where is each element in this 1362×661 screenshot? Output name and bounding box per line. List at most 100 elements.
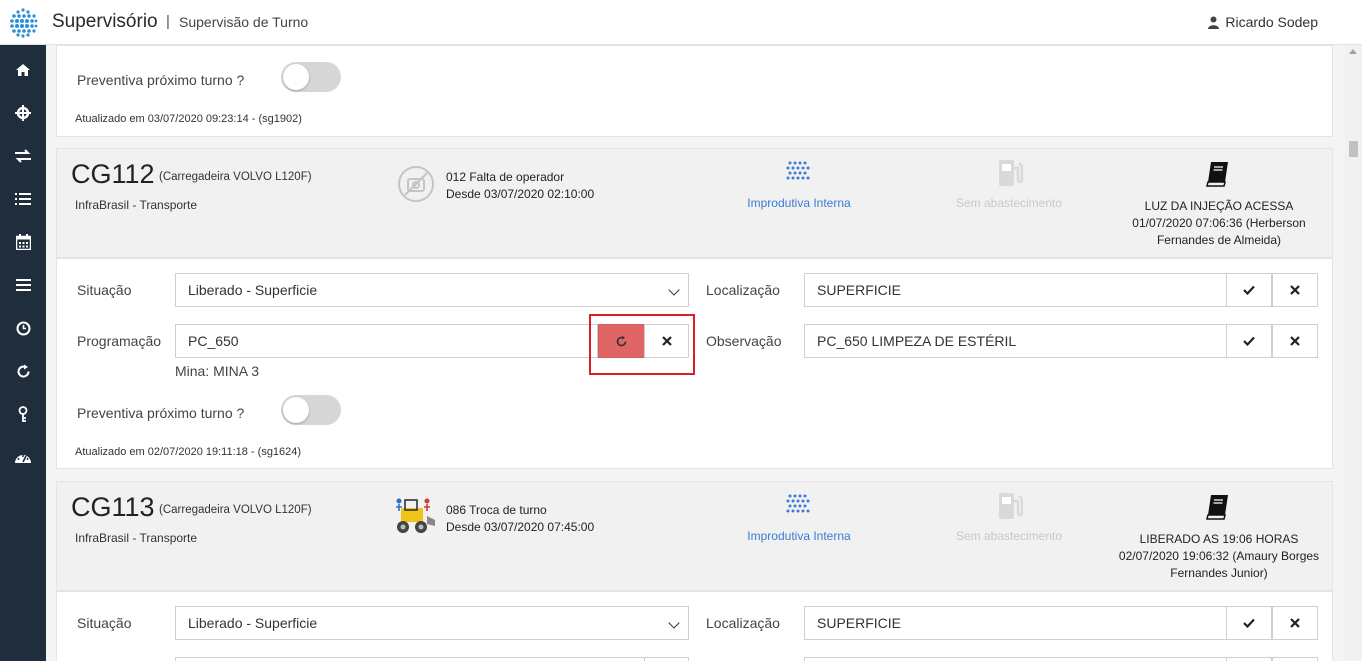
refresh-icon[interactable] [12,360,34,382]
list-icon[interactable] [12,188,34,210]
chevron-down-icon [668,617,680,629]
shift-change-icon [390,496,438,536]
title-separator: | [166,13,170,30]
card-header-cg113: CG113 (Carregadeira VOLVO L120F) InfraBr… [56,481,1333,591]
scroll-up-arrow-icon[interactable] [1349,49,1357,54]
calendar-icon[interactable] [12,231,34,253]
programacao-input[interactable] [175,657,645,661]
observacao-input[interactable] [804,657,1227,661]
main-content: Preventiva próximo turno ? Atualizado em… [46,45,1345,661]
status-info: 086 Troca de turno Desde 03/07/2020 07:4… [446,502,594,536]
preventiva-label: Preventiva próximo turno ? [77,405,245,421]
equipment-code: CG113 [71,492,155,522]
status-since: Desde 03/07/2020 02:10:00 [446,187,595,201]
localizacao-confirm-button[interactable] [1226,273,1272,307]
menu-icon[interactable] [12,274,34,296]
note-title: LIBERADO AS 19:06 HORAS [1139,532,1299,546]
card-body-cg112: Situação Liberado - Superficie Localizaç… [56,258,1333,469]
vertical-scrollbar[interactable] [1345,45,1362,661]
clock-icon[interactable] [12,317,34,339]
localizacao-input[interactable]: SUPERFICIE [804,273,1227,307]
improdutiva-icon [785,492,811,518]
localizacao-label: Localização [706,615,780,631]
abastecimento-status: Sem abastecimento [955,196,1063,210]
improdutiva-icon [785,159,811,185]
situacao-value: Liberado - Superficie [188,615,318,631]
localizacao-value: SUPERFICIE [817,282,902,298]
localizacao-value: SUPERFICIE [817,615,902,631]
notebook-icon[interactable] [1204,160,1232,188]
check-icon [1243,285,1255,295]
exchange-icon[interactable] [12,145,34,167]
card-body-cg113: Situação Liberado - Superficie Localizaç… [56,591,1333,661]
programacao-input[interactable]: PC_650 [175,324,598,358]
situacao-label: Situação [77,282,132,298]
home-icon[interactable] [12,59,34,81]
observacao-clear-button[interactable] [1272,657,1318,661]
chevron-down-icon [668,284,680,296]
status-code: 012 Falta de operador [446,170,565,184]
user-icon [1208,16,1220,29]
page-subtitle: Supervisão de Turno [179,14,309,30]
status-code: 086 Troca de turno [446,503,547,517]
last-note: LUZ DA INJEÇÃO ACESSA 01/07/2020 07:06:3… [1114,198,1324,249]
notebook-icon[interactable] [1204,493,1232,521]
fuel-pump-icon [995,158,1025,188]
dashboard-icon[interactable] [12,446,34,468]
user-menu[interactable]: Ricardo Sodep [1208,14,1318,30]
programacao-action-button[interactable] [644,657,689,661]
situacao-label: Situação [77,615,132,631]
observacao-confirm-button[interactable] [1226,324,1272,358]
last-note: LIBERADO AS 19:06 HORAS 02/07/2020 19:06… [1114,531,1324,582]
app-logo-icon[interactable] [0,0,46,45]
card-header-cg112: CG112 (Carregadeira VOLVO L120F) InfraBr… [56,148,1333,258]
localizacao-confirm-button[interactable] [1226,606,1272,640]
updated-text: Atualizado em 03/07/2020 09:23:14 - (sg1… [75,113,302,125]
equipment-company: InfraBrasil - Transporte [75,198,198,212]
close-icon [1290,285,1300,295]
previous-card-panel: Preventiva próximo turno ? Atualizado em… [56,45,1333,137]
mina-text: Mina: MINA 3 [175,363,260,379]
localizacao-label: Localização [706,282,780,298]
localizacao-clear-button[interactable] [1272,606,1318,640]
updated-text: Atualizado em 02/07/2020 19:11:18 - (sg1… [75,446,302,458]
note-title: LUZ DA INJEÇÃO ACESSA [1144,199,1294,213]
note-detail: 01/07/2020 07:06:36 (Herberson Fernandes… [1132,216,1306,247]
preventiva-label: Preventiva próximo turno ? [77,72,245,88]
observacao-confirm-button[interactable] [1226,657,1272,661]
crosshair-icon[interactable] [12,102,34,124]
equipment-company: InfraBrasil - Transporte [75,531,198,545]
top-bar: Supervisório | Supervisão de Turno Ricar… [0,0,1362,45]
key-icon[interactable] [12,403,34,425]
localizacao-input[interactable]: SUPERFICIE [804,606,1227,640]
improdutiva-link[interactable]: Improdutiva Interna [729,196,869,210]
situacao-value: Liberado - Superficie [188,282,318,298]
programacao-value: PC_650 [188,333,239,349]
fuel-pump-icon [995,491,1025,521]
sidebar [0,45,46,661]
equipment-model: (Carregadeira VOLVO L120F) [159,171,312,183]
situacao-select[interactable]: Liberado - Superficie [175,273,689,307]
status-info: 012 Falta de operador Desde 03/07/2020 0… [446,169,594,203]
programacao-label: Programação [77,333,162,349]
localizacao-clear-button[interactable] [1272,273,1318,307]
observacao-input[interactable]: PC_650 LIMPEZA DE ESTÉRIL [804,324,1227,358]
scroll-thumb[interactable] [1349,141,1358,157]
highlight-box [589,314,695,375]
equipment-model: (Carregadeira VOLVO L120F) [159,504,312,516]
user-name: Ricardo Sodep [1225,14,1318,30]
close-icon [1290,336,1300,346]
abastecimento-status: Sem abastecimento [955,529,1063,543]
observacao-clear-button[interactable] [1272,324,1318,358]
check-icon [1243,336,1255,346]
status-since: Desde 03/07/2020 07:45:00 [446,520,595,534]
preventiva-toggle[interactable] [281,62,341,92]
note-detail: 02/07/2020 19:06:32 (Amaury Borges Ferna… [1118,549,1320,580]
equipment-code: CG112 [71,159,155,189]
observacao-label: Observação [706,333,782,349]
close-icon [1290,618,1300,628]
situacao-select[interactable]: Liberado - Superficie [175,606,689,640]
preventiva-toggle[interactable] [281,395,341,425]
improdutiva-link[interactable]: Improdutiva Interna [729,529,869,543]
check-icon [1243,618,1255,628]
